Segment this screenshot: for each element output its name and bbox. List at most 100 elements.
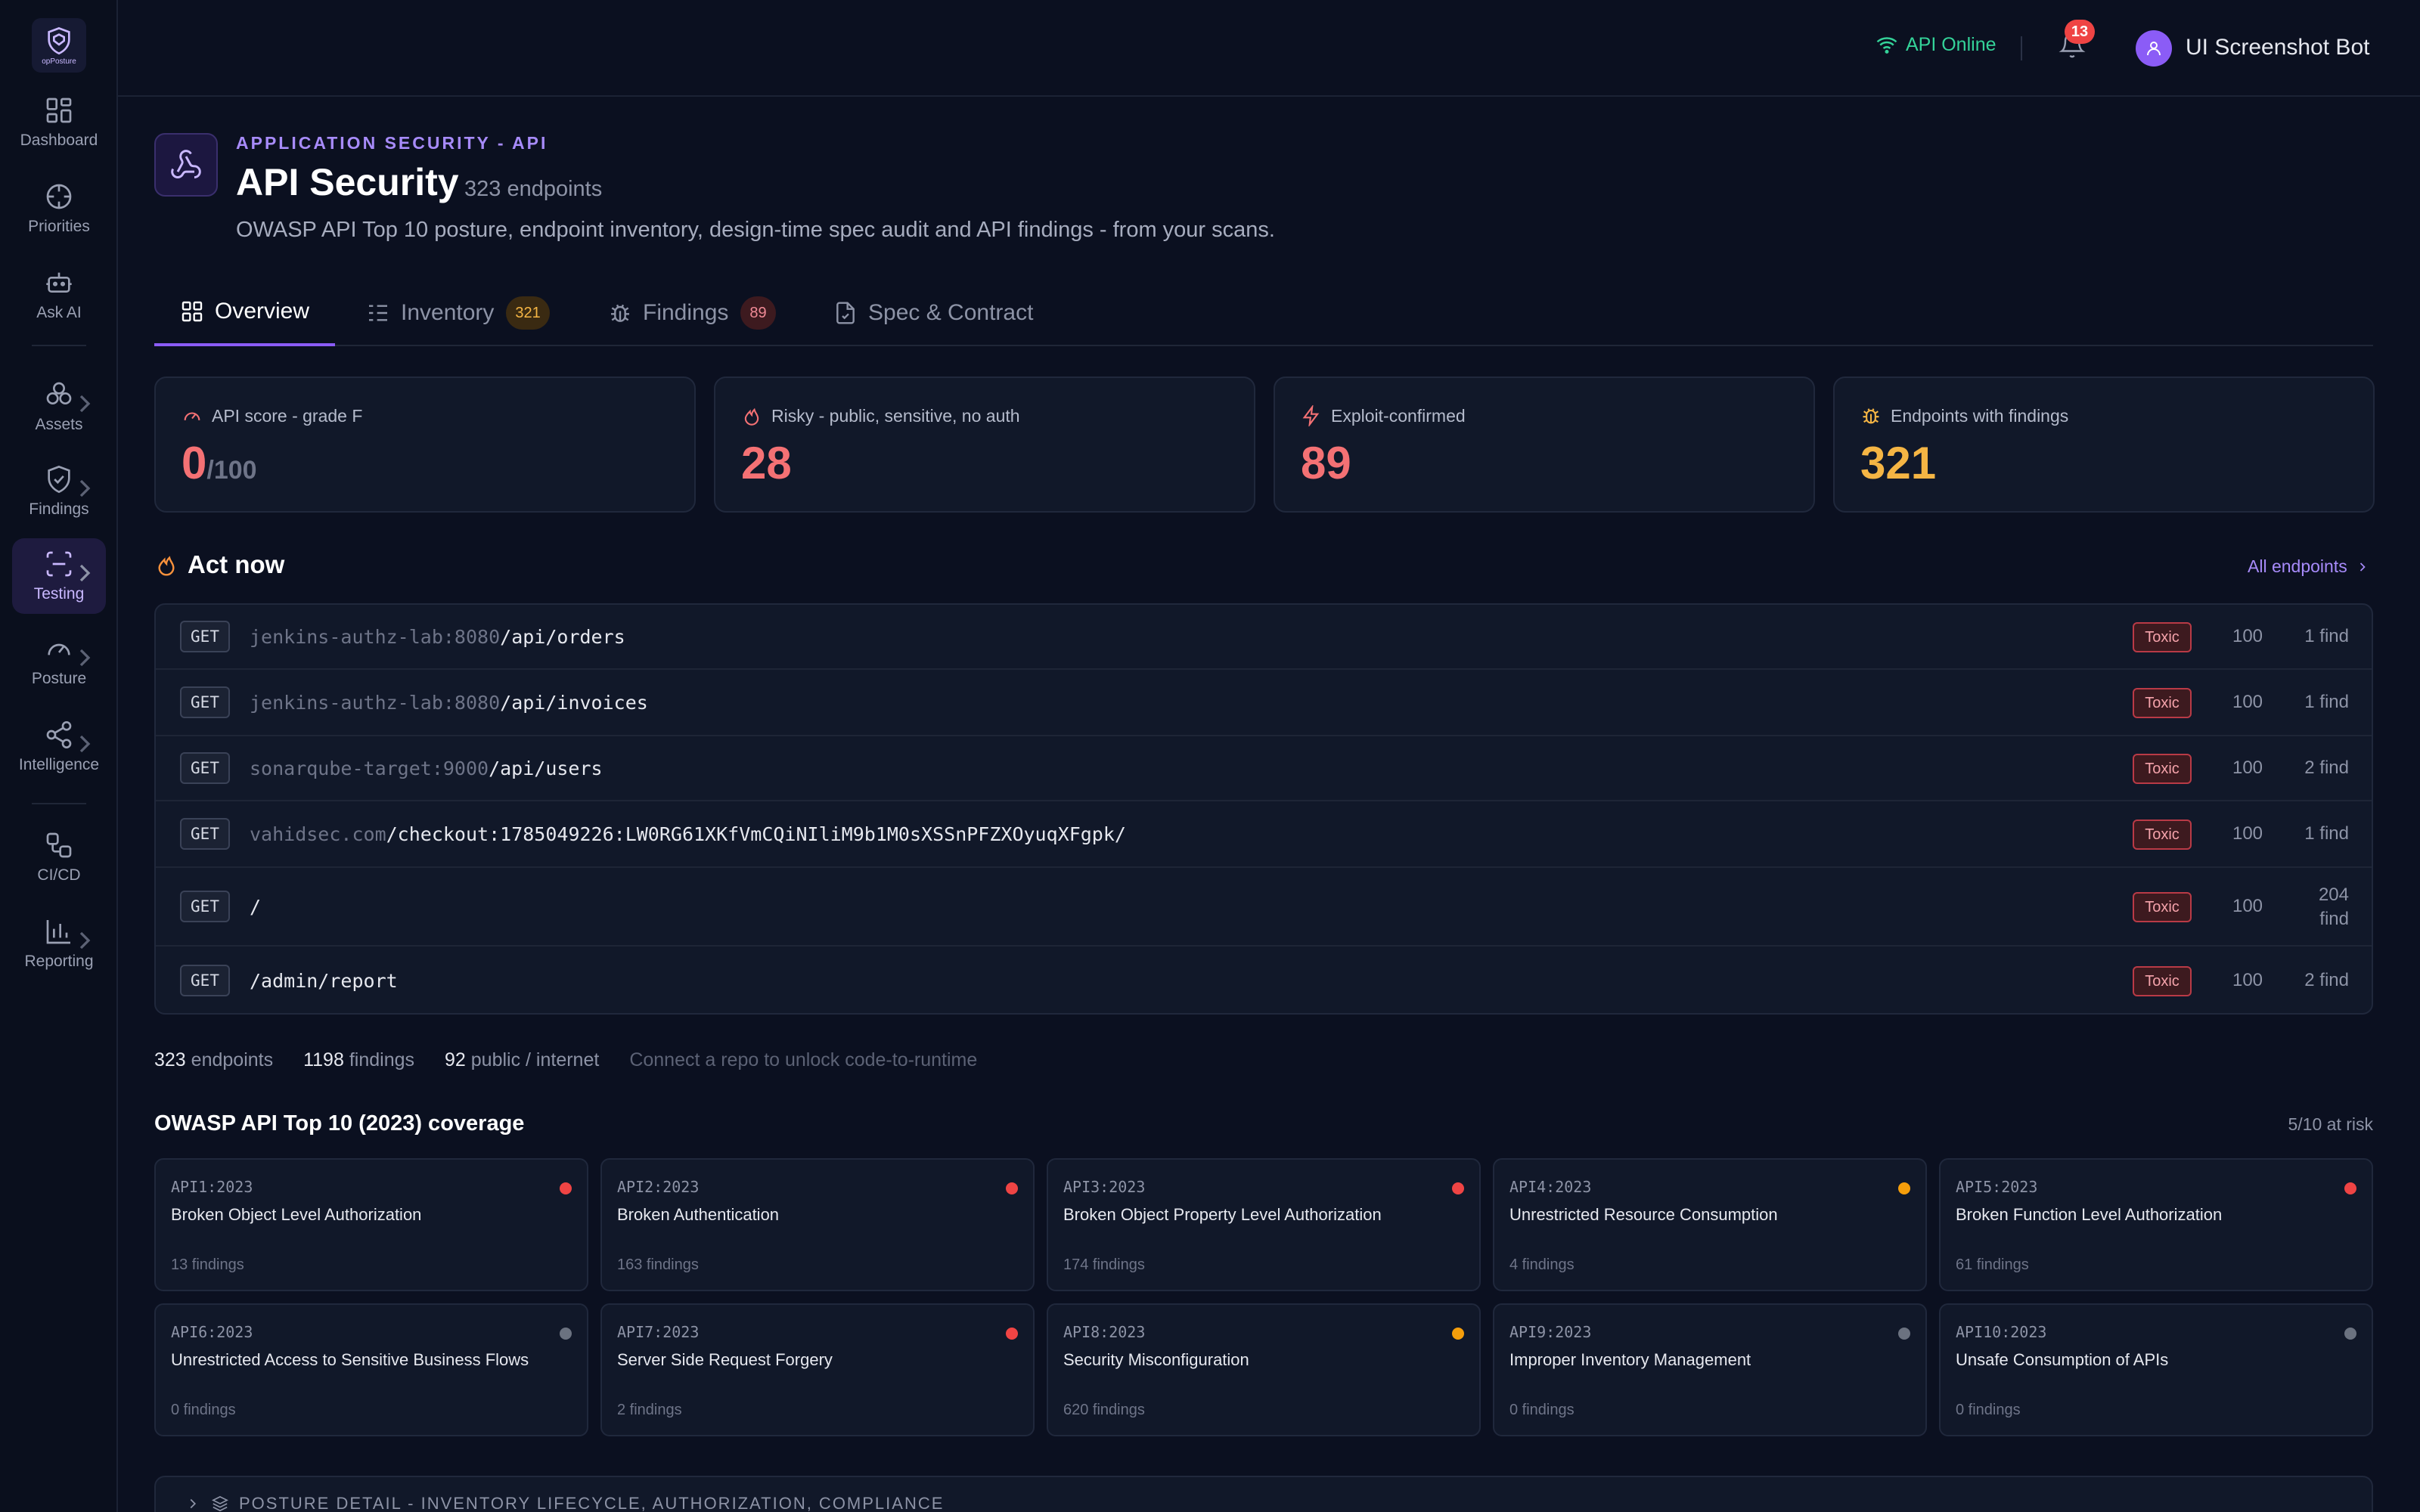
all-endpoints-label: All endpoints [2248,556,2347,576]
table-row[interactable]: GET jenkins-authz-lab:8080/api/invoices … [156,670,2372,736]
kpi-label-row: Endpoints with findings [1860,405,2068,426]
act-now-heading: Act now [154,550,284,579]
kpi-endpoints-with-findings[interactable]: Endpoints with findings 321 [1833,376,2375,513]
sidebar-item-label: CI/CD [37,866,81,884]
sidebar-item-label: Priorities [28,218,90,235]
http-method: GET [180,891,230,922]
owasp-card[interactable]: API7:2023 Server Side Request Forgery 2 fi… [600,1303,1035,1436]
owasp-findings-count: 174 findings [1063,1256,1145,1273]
owasp-id: API6:2023 [171,1323,253,1341]
table-row[interactable]: GET /admin/report Toxic 100 2 find [156,947,2372,1013]
kpi-value: 0/100 [182,437,257,489]
endpoint-path: / [250,896,261,918]
kpi-value: 28 [741,437,792,489]
stat-public-num: 92 [445,1049,466,1070]
risk-level-dot [1452,1328,1464,1340]
owasp-card[interactable]: API5:2023 Broken Function Level Authoriza… [1939,1158,2373,1291]
page-description: OWASP API Top 10 posture, endpoint inven… [236,218,1275,242]
kpi-suffix: /100 [206,456,257,485]
owasp-name: Broken Function Level Authorization [1956,1205,2223,1224]
risk-score: 100 [2232,823,2263,844]
owasp-name: Unrestricted Resource Consumption [1509,1205,1778,1224]
connect-repo-hint[interactable]: Connect a repo to unlock code-to-runtime [629,1049,977,1071]
endpoint-count: 323 endpoints [464,177,603,201]
sidebar-item-assets[interactable]: Assets [12,369,106,445]
posture-detail-accordion[interactable]: POSTURE DETAIL - INVENTORY LIFECYCLE, AU… [154,1476,2373,1512]
table-row[interactable]: GET / Toxic 100 204 find [156,868,2372,947]
owasp-card[interactable]: API9:2023 Improper Inventory Management 0 … [1493,1303,1927,1436]
kpi-api-score[interactable]: API score - grade F 0/100 [154,376,696,513]
tab-findings[interactable]: Findings 89 [608,280,776,346]
sidebar-item-posture[interactable]: Posture [12,623,106,699]
tab-overview[interactable]: Overview [154,280,336,346]
owasp-name: Security Misconfiguration [1063,1350,1249,1369]
brand-logo[interactable]: opPosture [32,18,86,73]
sidebar-item-testing[interactable]: Testing [12,538,106,614]
owasp-findings-count: 0 findings [171,1402,236,1418]
owasp-card[interactable]: API2:2023 Broken Authentication 163 findin… [600,1158,1035,1291]
chevron-right-icon [79,931,91,950]
tab-inventory[interactable]: Inventory 321 [366,280,550,346]
endpoint-route: /api/orders [500,626,625,648]
chevron-right-icon [79,564,91,582]
stat-endpoints-label: endpoints [191,1049,274,1070]
owasp-coverage-title: OWASP API Top 10 (2023) coverage [154,1111,525,1136]
find-count: 204 find [2318,885,2349,929]
act-now-title: Act now [188,550,285,578]
table-row[interactable]: GET jenkins-authz-lab:8080/api/orders To… [156,605,2372,670]
flame-icon [158,556,175,576]
owasp-card[interactable]: API6:2023 Unrestricted Access to Sensitiv… [154,1303,588,1436]
chevron-right-icon [79,735,91,753]
page-icon [154,133,218,197]
tab-label: Inventory [401,300,495,325]
owasp-card[interactable]: API10:2023 Unsafe Consumption of APIs 0 fi… [1939,1303,2373,1436]
summary-stats: 323 endpoints 1198 findings 92 public / … [154,1049,977,1071]
owasp-card[interactable]: API3:2023 Broken Object Property Level Au… [1047,1158,1481,1291]
sidebar-item-priorities[interactable]: Priorities [12,171,106,246]
endpoint-host: jenkins-authz-lab:8080 [250,626,501,648]
owasp-card[interactable]: API8:2023 Security Misconfiguration 620 fi… [1047,1303,1481,1436]
http-method: GET [180,818,230,850]
http-method: GET [180,752,230,784]
toxic-badge: Toxic [2133,688,2192,718]
toxic-badge: Toxic [2133,966,2192,996]
kpi-risky[interactable]: Risky - public, sensitive, no auth 28 [714,376,1255,513]
owasp-findings-count: 0 findings [1956,1402,2021,1418]
layers-icon [212,1495,228,1512]
sidebar-item-cicd[interactable]: CI/CD [12,820,106,895]
gauge-icon [184,412,200,420]
owasp-card[interactable]: API1:2023 Broken Object Level Authorizati… [154,1158,588,1291]
tab-spec-contract[interactable]: Spec & Contract [833,280,1033,346]
toxic-badge: Toxic [2133,820,2192,850]
owasp-findings-count: 2 findings [617,1402,682,1418]
risk-score: 100 [2232,970,2263,990]
sidebar-item-findings[interactable]: Findings [12,454,106,529]
owasp-id: API5:2023 [1956,1178,2038,1196]
chevron-right-icon [79,395,91,413]
http-method: GET [180,965,230,996]
avatar[interactable] [2136,30,2172,67]
owasp-id: API7:2023 [617,1323,700,1341]
sidebar-item-dashboard[interactable]: Dashboard [12,85,106,160]
sidebar-item-reporting[interactable]: Reporting [12,906,106,981]
tab-bar: Overview Inventory 321 Findings 89 Spec … [154,280,2373,346]
table-row[interactable]: GET sonarqube-target:9000/api/users Toxi… [156,736,2372,801]
table-row[interactable]: GET vahidsec.com/checkout:1785049226:LW0… [156,801,2372,868]
owasp-card[interactable]: API4:2023 Unrestricted Resource Consumpti… [1493,1158,1927,1291]
wifi-icon [1876,37,1897,54]
kpi-exploit-confirmed[interactable]: Exploit-confirmed 89 [1274,376,1815,513]
endpoint-route: /api/users [489,758,603,779]
user-name[interactable]: UI Screenshot Bot [2186,35,2369,60]
shield-logo-icon [48,26,70,54]
owasp-id: API1:2023 [171,1178,253,1196]
owasp-findings-count: 0 findings [1509,1402,1575,1418]
sidebar-item-ask-ai[interactable]: Ask AI [12,257,106,333]
owasp-name: Unsafe Consumption of APIs [1956,1350,2169,1369]
owasp-name: Broken Object Property Level Authorizati… [1063,1205,1382,1224]
risk-score: 100 [2232,626,2263,646]
page-eyebrow: APPLICATION SECURITY - API [236,133,548,153]
toxic-badge: Toxic [2133,622,2192,652]
endpoint-route: /api/invoices [500,692,648,714]
sidebar-item-intelligence[interactable]: Intelligence [12,709,106,785]
all-endpoints-link[interactable]: All endpoints [2248,556,2370,577]
